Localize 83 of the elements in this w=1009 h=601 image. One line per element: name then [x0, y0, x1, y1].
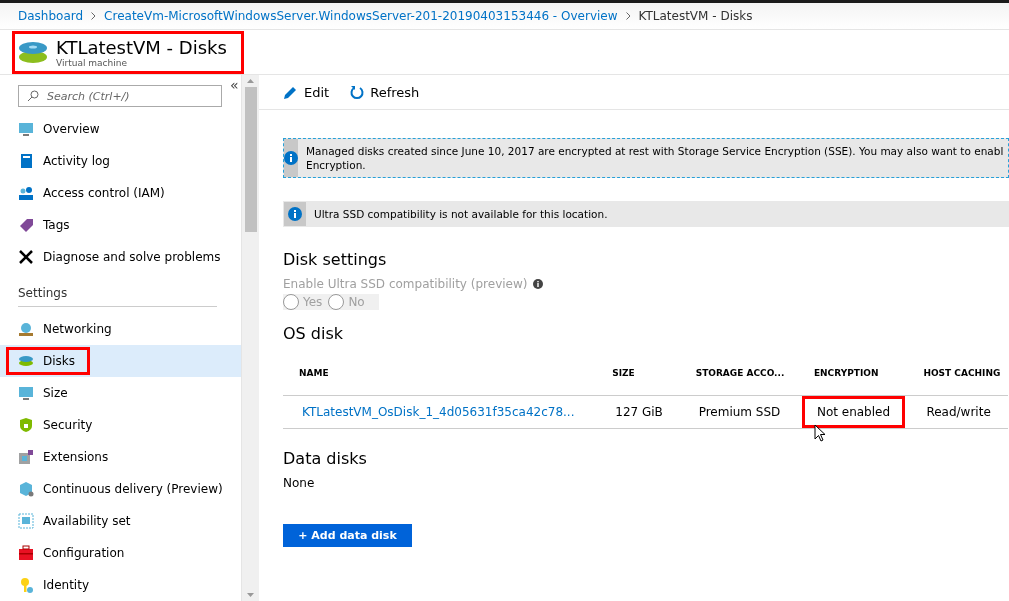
- refresh-button[interactable]: Refresh: [349, 84, 420, 100]
- sidebar-item[interactable]: Overview: [0, 113, 241, 145]
- item-label: Activity log: [43, 154, 110, 168]
- scroll-up-icon: [247, 79, 254, 83]
- sidebar-item[interactable]: Extensions: [0, 441, 241, 473]
- sidebar-item[interactable]: Disks: [0, 345, 241, 377]
- item-label: Overview: [43, 122, 100, 136]
- item-icon: [18, 545, 34, 561]
- table-cell-text: 127 GiB: [614, 404, 664, 421]
- info-icon: [288, 207, 302, 221]
- item-icon: [18, 513, 34, 529]
- disk-stack-icon: [18, 39, 48, 65]
- sidebar-item[interactable]: Size: [0, 377, 241, 409]
- sidebar-item[interactable]: Configuration: [0, 537, 241, 569]
- chevron-icon: [91, 12, 97, 20]
- table-cell-text: Read/write: [925, 404, 992, 421]
- item-icon: [18, 577, 34, 593]
- sidebar-item[interactable]: Continuous delivery (Preview): [0, 473, 241, 505]
- scroll-down-icon: [247, 593, 254, 597]
- sidebar-item[interactable]: Availability set: [0, 505, 241, 537]
- add-data-disk-button[interactable]: + Add data disk: [283, 524, 412, 547]
- chevron-icon: [625, 12, 631, 20]
- table-cell: Not enabled: [801, 396, 906, 428]
- column-header: NAME: [283, 351, 597, 396]
- item-icon: [18, 185, 34, 201]
- pencil-icon: [283, 84, 298, 100]
- item-label: Tags: [43, 218, 70, 232]
- field-label: Enable Ultra SSD compatibility (preview): [283, 277, 528, 291]
- item-label: Extensions: [43, 450, 109, 464]
- item-label: Size: [43, 386, 68, 400]
- sidebar-item[interactable]: Access control (IAM): [0, 177, 241, 209]
- banner-text: Ultra SSD compatibility is not available for this location.: [313, 207, 609, 222]
- item-label: Configuration: [43, 546, 125, 560]
- item-icon: [18, 385, 34, 401]
- empty-text: None: [283, 476, 316, 490]
- item-label: Diagnose and solve problems: [43, 250, 221, 264]
- breadcrumb-link[interactable]: Dashboard: [18, 9, 84, 23]
- section-title: Disk settings: [283, 250, 388, 269]
- section-title: Data disks: [283, 449, 368, 468]
- item-icon: [18, 153, 34, 169]
- sidebar-item[interactable]: Identity: [0, 569, 241, 601]
- pointer-icon: [813, 424, 826, 442]
- sidebar-item[interactable]: Networking: [0, 313, 241, 345]
- item-label: Identity: [43, 578, 89, 592]
- scroll-thumb[interactable]: [244, 87, 257, 232]
- item-label: Availability set: [43, 514, 131, 528]
- scrollbar[interactable]: [242, 75, 259, 601]
- item-icon: [18, 353, 34, 369]
- column-header: ENCRYPTION: [797, 351, 908, 396]
- sidebar-item[interactable]: Activity log: [0, 145, 241, 177]
- section-title: OS disk: [283, 324, 345, 343]
- item-label: Networking: [43, 322, 112, 336]
- column-header: HOST CACHING: [907, 351, 1008, 396]
- page-subtitle: Virtual machine: [56, 57, 128, 68]
- disk-name-link[interactable]: KTLatestVM_OsDisk_1_4d05631f35ca42c78...: [287, 396, 590, 428]
- item-label: Security: [43, 418, 93, 432]
- column-header: SIZE: [596, 351, 680, 396]
- item-icon: [18, 249, 34, 265]
- item-label: Continuous delivery (Preview): [43, 482, 223, 496]
- sidebar-item[interactable]: Tags: [0, 209, 241, 241]
- breadcrumb-link[interactable]: KTLatestVM - Disks: [638, 9, 753, 23]
- search-field[interactable]: Search (Ctrl+/): [18, 85, 222, 107]
- refresh-icon: [349, 84, 365, 100]
- item-label: Disks: [43, 354, 76, 368]
- sidebar-item[interactable]: Security: [0, 409, 241, 441]
- item-icon: [18, 417, 34, 433]
- collapse-button[interactable]: «: [230, 77, 239, 93]
- info-icon: [533, 279, 544, 289]
- item-icon: [18, 481, 34, 497]
- item-icon: [18, 321, 34, 337]
- edit-button[interactable]: Edit: [283, 84, 330, 100]
- item-icon: [18, 217, 34, 233]
- item-icon: [18, 121, 34, 137]
- banner-text: Managed disks created since June 10, 2017 are encrypted at rest with Storage Service Encryption (SSE). You may also want to enabl Encryption.: [305, 144, 1005, 173]
- page-title: KTLatestVM - Disks: [56, 36, 227, 58]
- item-label: Access control (IAM): [43, 186, 165, 200]
- column-header: STORAGE ACCO...: [679, 351, 798, 396]
- section-heading: Settings: [17, 285, 69, 302]
- table-cell-text: Premium SSD: [697, 404, 782, 421]
- info-icon: [284, 151, 298, 165]
- sidebar-item[interactable]: Diagnose and solve problems: [0, 241, 241, 273]
- breadcrumb-link[interactable]: CreateVm-MicrosoftWindowsServer.WindowsServer-201-20190403153446 - Overview: [104, 9, 618, 23]
- item-icon: [18, 449, 34, 465]
